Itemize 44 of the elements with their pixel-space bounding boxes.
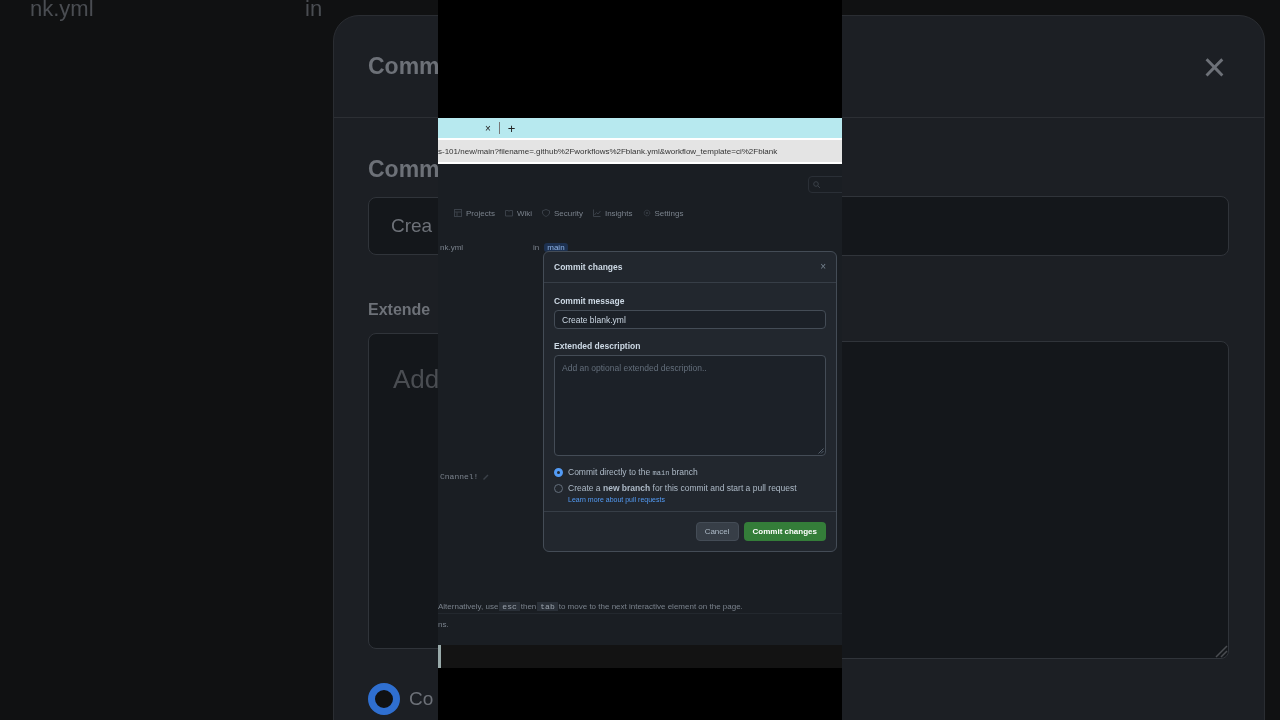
nav-tab[interactable]: Projects bbox=[454, 208, 495, 218]
new-tab-icon[interactable]: + bbox=[507, 120, 516, 136]
close-icon[interactable]: × bbox=[1202, 46, 1226, 87]
nav-tab[interactable]: Settings bbox=[642, 208, 684, 218]
graph-icon bbox=[592, 209, 601, 217]
dialog-title: Comm bbox=[368, 53, 438, 80]
resize-grip-icon bbox=[1214, 644, 1228, 658]
radio-label: Co bbox=[409, 688, 434, 710]
hint-text: Alternatively, use esc then tab to move to the next interactive element on the page. bbox=[438, 599, 842, 614]
message-field[interactable]: Crea bbox=[368, 197, 438, 255]
table-icon bbox=[454, 209, 462, 217]
shield-icon bbox=[542, 209, 550, 217]
field-label: Extended description bbox=[554, 341, 642, 351]
close-icon[interactable]: × bbox=[820, 262, 826, 272]
branch-name: main bbox=[544, 242, 568, 252]
branch-prefix: in bbox=[305, 0, 323, 22]
nav-tab[interactable]: Insights bbox=[592, 208, 633, 218]
nav-tab[interactable]: Security bbox=[542, 208, 583, 218]
description-field[interactable]: Add an optional extended description.. bbox=[554, 355, 826, 456]
radio-button[interactable] bbox=[554, 467, 563, 477]
field-label: Extende bbox=[368, 301, 432, 319]
file-name: nk.yml bbox=[30, 0, 95, 22]
nav-tab[interactable]: Wiki bbox=[504, 208, 532, 218]
tab-close-icon[interactable]: × bbox=[485, 122, 491, 134]
search-icon bbox=[813, 181, 820, 188]
commit-message-field[interactable]: Create blank.yml bbox=[554, 310, 826, 329]
branch-prefix: in bbox=[533, 242, 540, 252]
pencil-icon bbox=[482, 473, 490, 480]
dialog-title: Commit changes bbox=[554, 262, 623, 272]
book-icon bbox=[504, 209, 513, 217]
radio-label: Create a new branch for this commit and start a pull request bbox=[568, 483, 797, 493]
field-label: Comm bbox=[368, 156, 438, 183]
cancel-button[interactable]: Cancel bbox=[695, 522, 739, 541]
code-line: Cnannel! bbox=[440, 472, 479, 481]
file-name: nk.yml bbox=[440, 242, 465, 252]
text-cursor bbox=[438, 645, 441, 668]
address-bar[interactable]: s-101/new/main?filename=.github%2Fworkflows%2Fblank.yml&workflow_template=ci%2Fblank bbox=[438, 138, 842, 164]
commit-button[interactable]: Commit changes bbox=[743, 522, 826, 541]
url-text: s-101/new/main?filename=.github%2Fworkflows%2Fblank.yml&workflow_template=ci%2Fblank bbox=[438, 146, 778, 156]
hint-text: ns. bbox=[438, 620, 450, 629]
resize-grip-icon bbox=[818, 448, 824, 454]
radio-button[interactable] bbox=[368, 683, 400, 715]
field-label: Commit message bbox=[554, 296, 626, 306]
gear-icon bbox=[642, 209, 651, 217]
